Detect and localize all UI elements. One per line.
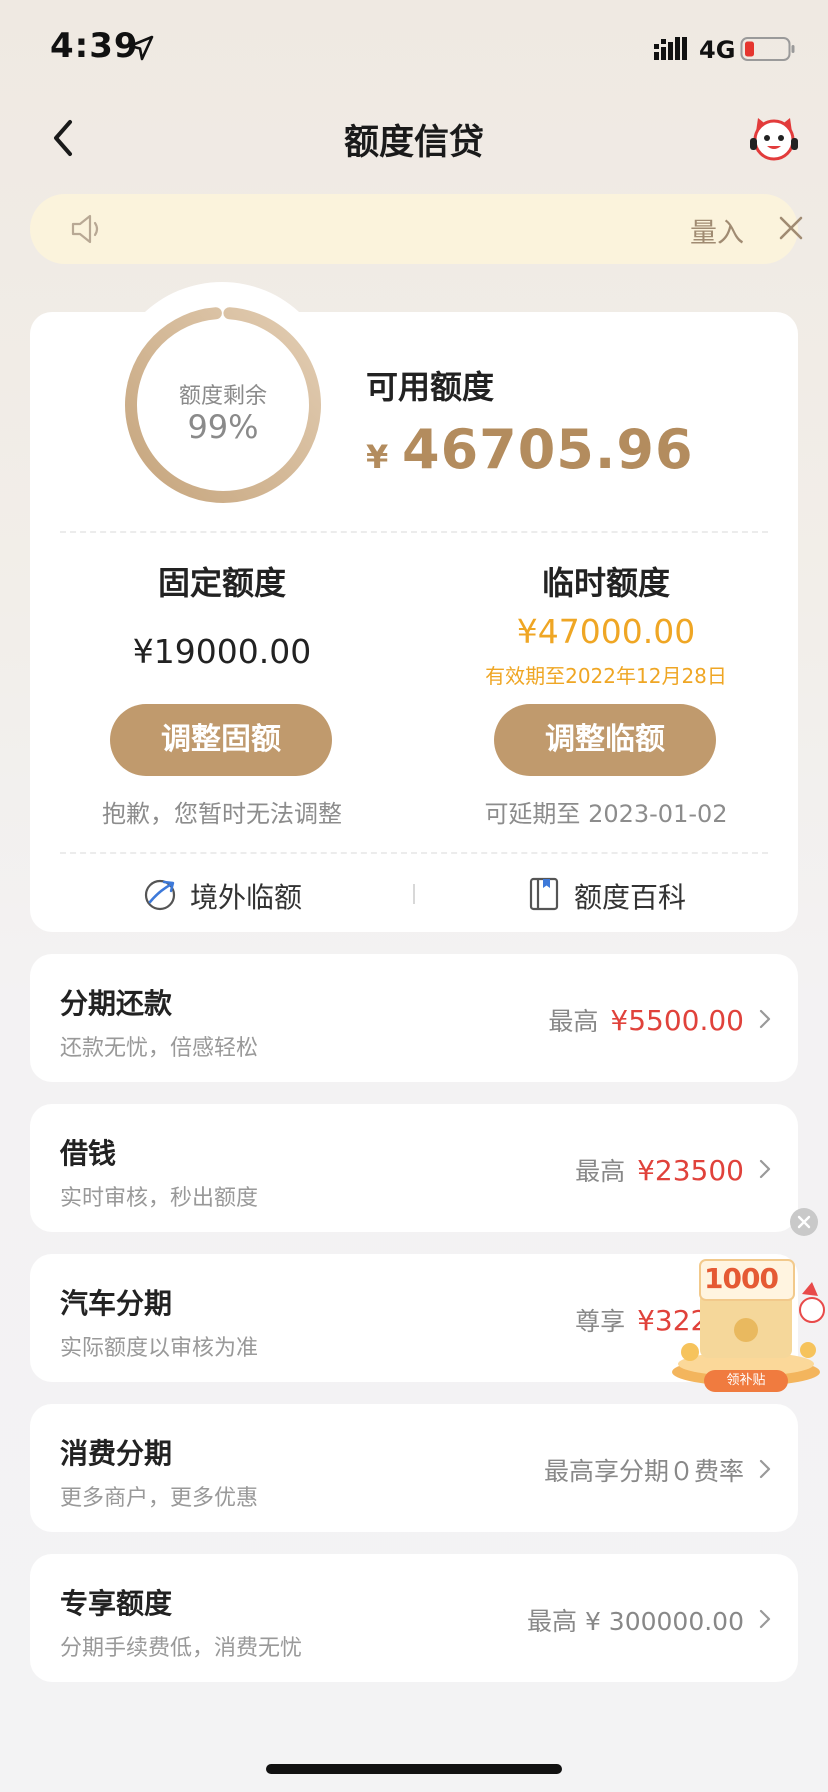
row-value: 最高 ¥23500 (575, 1154, 744, 1187)
promo-close-button[interactable] (790, 1208, 818, 1236)
row-title: 消费分期 (60, 1437, 173, 1470)
promo-amount: 1000 (704, 1262, 779, 1295)
row-value: 最高享分期０费率 (543, 1457, 744, 1486)
location-arrow-icon (128, 35, 154, 61)
fixed-hint: 抱歉，您暂时无法调整 (102, 800, 342, 828)
row-value: 最高 ¥5500.00 (548, 1004, 744, 1037)
book-icon (529, 877, 559, 911)
chevron-right-icon (759, 1459, 771, 1479)
currency-symbol: ¥ (366, 438, 389, 476)
close-icon[interactable] (776, 213, 806, 243)
page-title: 额度信贷 (343, 123, 484, 163)
mascot-service-icon[interactable] (748, 112, 800, 164)
service-row-exclusive-credit[interactable]: 专享额度 分期手续费低，消费无忧 最高 ¥ 300000.00 (30, 1554, 798, 1682)
service-row-consumer-installment[interactable]: 消费分期 更多商户，更多优惠 最高享分期０费率 (30, 1404, 798, 1532)
speaker-icon (71, 214, 99, 244)
status-bar: 4:39 4G (0, 0, 828, 98)
row-title: 分期还款 (60, 987, 173, 1020)
status-time: 4:39 (50, 26, 139, 66)
nav-bar: 额度信贷 (0, 98, 828, 178)
row-subtitle: 实时审核，秒出额度 (60, 1186, 259, 1211)
plane-globe-icon (144, 879, 176, 911)
network-type: 4G (699, 36, 736, 64)
row-subtitle: 还款无忧，倍感轻松 (60, 1036, 259, 1061)
row-title: 专享额度 (60, 1587, 173, 1620)
home-indicator (266, 1764, 562, 1774)
notice-text: 量入 (690, 218, 744, 249)
close-icon (797, 1215, 811, 1229)
overseas-temp-credit-label: 境外临额 (190, 881, 303, 914)
promo-tag[interactable]: 领补贴 (704, 1370, 788, 1392)
divider (60, 531, 768, 533)
adjust-fixed-button[interactable]: 调整固额 (110, 704, 332, 776)
chevron-right-icon (759, 1159, 771, 1179)
chevron-right-icon (759, 1609, 771, 1629)
row-subtitle: 实际额度以审核为准 (60, 1336, 259, 1361)
credit-wiki-link[interactable]: 额度百科 (526, 876, 726, 916)
battery-icon (740, 37, 795, 61)
fixed-credit-title: 固定额度 (157, 564, 286, 602)
service-row-borrow[interactable]: 借钱 实时审核，秒出额度 最高 ¥23500 (30, 1104, 798, 1232)
available-credit-title: 可用额度 (366, 368, 495, 406)
temp-credit-title: 临时额度 (541, 564, 670, 602)
row-value: 最高 ¥ 300000.00 (527, 1607, 744, 1636)
fixed-credit-amount: ¥19000.00 (132, 632, 312, 671)
temp-hint: 可延期至 2023-01-02 (484, 800, 728, 828)
row-subtitle: 更多商户，更多优惠 (60, 1486, 259, 1511)
row-title: 汽车分期 (60, 1287, 173, 1320)
adjust-temp-button[interactable]: 调整临额 (494, 704, 716, 776)
row-subtitle: 分期手续费低，消费无忧 (60, 1636, 303, 1661)
ring-percent: 99% (187, 408, 259, 446)
overseas-temp-credit-link[interactable]: 境外临额 (142, 876, 342, 916)
temp-credit-amount: ¥47000.00 (516, 612, 696, 651)
service-row-installment-repay[interactable]: 分期还款 还款无忧，倍感轻松 最高 ¥5500.00 (30, 954, 798, 1082)
divider (60, 852, 768, 854)
notice-bar[interactable]: 量入 (30, 194, 803, 264)
chevron-right-icon (759, 1009, 771, 1029)
ring-label: 额度剩余 (178, 384, 267, 409)
available-credit-amount: 46705.96 (402, 418, 694, 481)
temp-valid-date: 有效期至2022年12月28日 (485, 664, 727, 688)
signal-icon (654, 37, 687, 60)
link-separator (413, 884, 415, 904)
row-title: 借钱 (60, 1137, 117, 1170)
credit-wiki-label: 额度百科 (574, 881, 687, 914)
